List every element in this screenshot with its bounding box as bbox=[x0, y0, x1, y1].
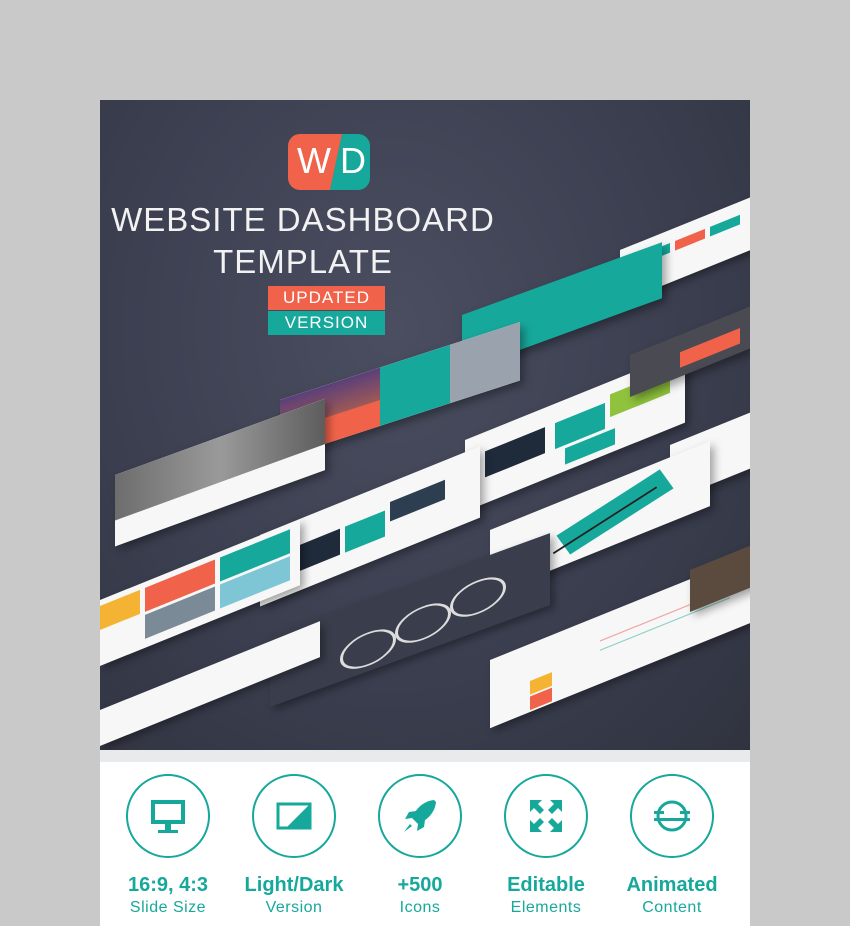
product-card: W D WEBSITE DASHBOARD TEMPLATE UPDATED V… bbox=[100, 100, 750, 926]
page-title-line2: TEMPLATE bbox=[213, 243, 393, 280]
monitor-icon bbox=[126, 774, 210, 858]
hero-banner: W D WEBSITE DASHBOARD TEMPLATE UPDATED V… bbox=[100, 100, 750, 750]
badge-updated: UPDATED bbox=[268, 286, 385, 310]
expand-arrows-icon bbox=[504, 774, 588, 858]
features-row: 16:9, 4:3 Slide Size Light/Dark Version bbox=[100, 762, 750, 926]
section-divider bbox=[100, 750, 750, 762]
slide-mockup-dark-photo bbox=[630, 306, 750, 397]
feature-subtitle: Content bbox=[642, 899, 702, 916]
wd-logo: W D bbox=[288, 134, 376, 190]
light-dark-icon bbox=[252, 774, 336, 858]
badge-version: VERSION bbox=[268, 311, 385, 335]
page-title-line1: WEBSITE DASHBOARD bbox=[111, 201, 495, 238]
feature-title: Animated bbox=[626, 874, 718, 896]
animated-globe-icon bbox=[630, 774, 714, 858]
rocket-icon bbox=[378, 774, 462, 858]
logo-letter-w: W bbox=[297, 140, 331, 181]
logo-letter-d: D bbox=[340, 140, 366, 181]
